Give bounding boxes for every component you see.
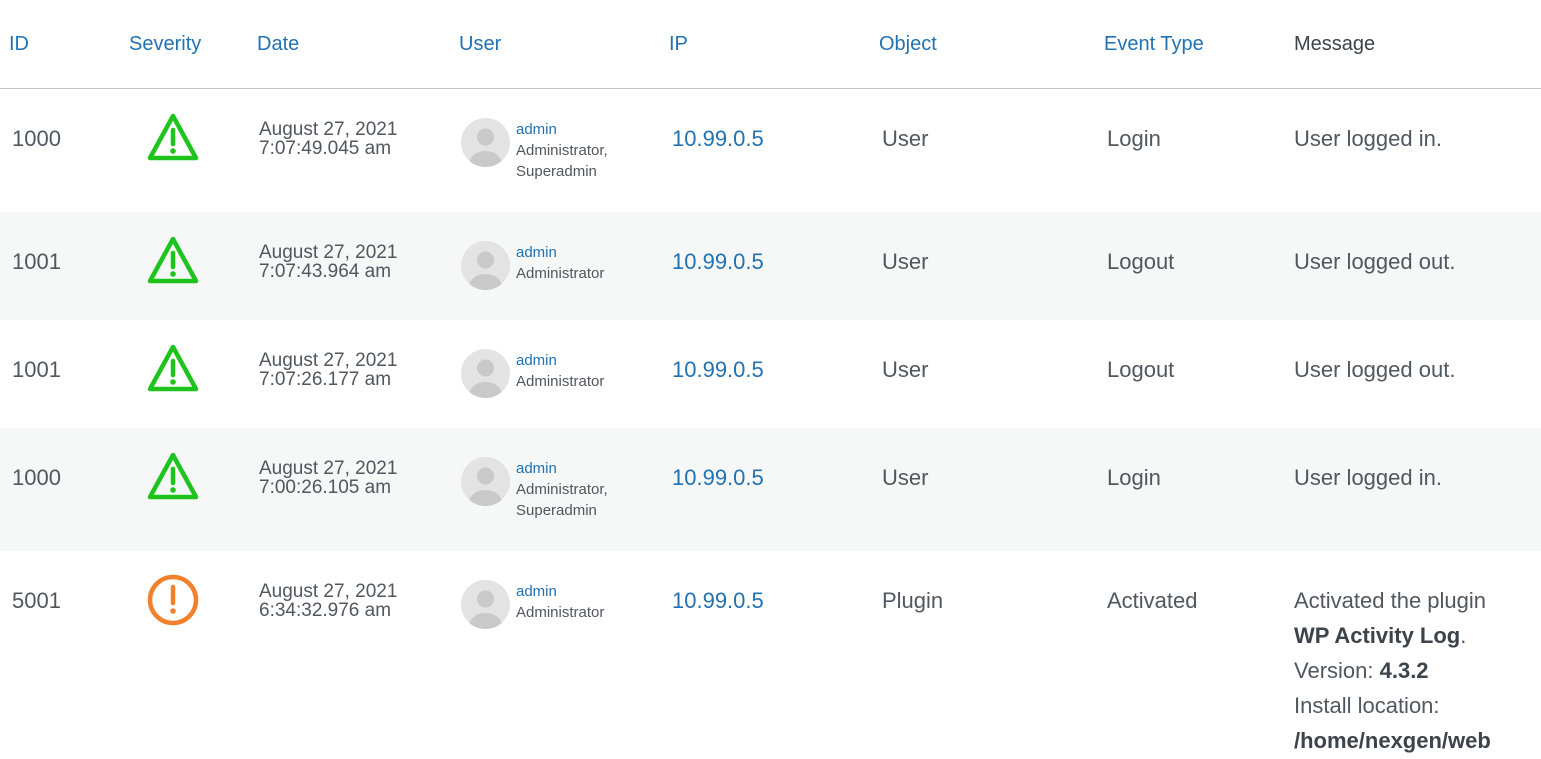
event-message: User logged out. — [1294, 357, 1456, 382]
event-type: Activated — [1107, 588, 1198, 613]
warning-triangle-icon — [146, 111, 200, 165]
event-object: User — [882, 249, 929, 274]
event-date: August 27, 2021 7:07:43.964 am — [259, 242, 398, 282]
table-header: ID Severity Date User IP Object Event Ty… — [0, 0, 1541, 89]
avatar — [461, 349, 510, 398]
event-date: August 27, 2021 7:07:26.177 am — [259, 350, 398, 390]
event-message: User logged in. — [1294, 465, 1442, 490]
avatar — [461, 241, 510, 290]
username-link[interactable]: admin — [516, 350, 604, 371]
column-header-object[interactable]: Object — [879, 33, 937, 56]
event-date: August 27, 2021 6:34:32.976 am — [259, 581, 398, 621]
table-row: 1001 August 27, 2021 7:07:43.964 am admin… — [0, 212, 1541, 320]
event-id: 1000 — [12, 126, 61, 151]
plugin-name: WP Activity Log — [1294, 623, 1461, 648]
event-type: Login — [1107, 126, 1161, 151]
event-id: 5001 — [12, 588, 61, 613]
event-type: Login — [1107, 465, 1161, 490]
username-link[interactable]: admin — [516, 119, 608, 140]
column-header-event-type[interactable]: Event Type — [1104, 33, 1204, 56]
message-intro: Activated the plugin — [1294, 588, 1487, 613]
ip-link[interactable]: 10.99.0.5 — [672, 465, 764, 491]
user-role: Superadmin — [516, 502, 597, 519]
column-header-message: Message — [1294, 33, 1376, 55]
avatar — [461, 457, 510, 506]
column-header-ip[interactable]: IP — [669, 33, 688, 56]
event-id: 1000 — [12, 465, 61, 490]
warning-triangle-icon — [146, 234, 200, 288]
event-object: User — [882, 126, 929, 151]
event-object: User — [882, 465, 929, 490]
username-link[interactable]: admin — [516, 242, 604, 263]
warning-triangle-icon — [146, 450, 200, 504]
column-header-date[interactable]: Date — [257, 33, 299, 56]
username-link[interactable]: admin — [516, 458, 608, 479]
event-id: 1001 — [12, 357, 61, 382]
user-info: admin Administrator — [516, 581, 604, 623]
column-header-user[interactable]: User — [459, 33, 501, 56]
event-date: August 27, 2021 7:07:49.045 am — [259, 119, 398, 159]
table-row: 1001 August 27, 2021 7:07:26.177 am admin… — [0, 320, 1541, 428]
event-object: Plugin — [882, 588, 944, 613]
event-type: Logout — [1107, 357, 1175, 382]
event-message: Activated the plugin WP Activity Log. Ve… — [1294, 583, 1534, 758]
event-id: 1001 — [12, 249, 61, 274]
column-header-severity[interactable]: Severity — [129, 33, 201, 56]
avatar — [461, 118, 510, 167]
ip-link[interactable]: 10.99.0.5 — [672, 249, 764, 275]
event-object: User — [882, 357, 929, 382]
user-info: admin Administrator — [516, 350, 604, 392]
user-role: Superadmin — [516, 163, 597, 180]
table-row: 5001 August 27, 2021 6:34:32.976 am admin… — [0, 551, 1541, 759]
user-info: admin Administrator, Superadmin — [516, 458, 608, 521]
alert-circle-icon — [146, 573, 200, 627]
column-header-id[interactable]: ID — [9, 33, 29, 56]
ip-link[interactable]: 10.99.0.5 — [672, 357, 764, 383]
event-message: User logged out. — [1294, 249, 1456, 274]
event-message: User logged in. — [1294, 126, 1442, 151]
user-info: admin Administrator, Superadmin — [516, 119, 608, 182]
user-role: Administrator, — [516, 142, 608, 159]
table-row: 1000 August 27, 2021 7:07:49.045 am admin… — [0, 89, 1541, 212]
ip-link[interactable]: 10.99.0.5 — [672, 588, 764, 614]
user-role: Administrator — [516, 373, 605, 390]
user-info: admin Administrator — [516, 242, 604, 284]
avatar — [461, 580, 510, 629]
user-role: Administrator — [516, 604, 605, 621]
install-location: /home/nexgen/web — [1294, 728, 1491, 753]
event-date: August 27, 2021 7:00:26.105 am — [259, 458, 398, 498]
plugin-version: 4.3.2 — [1379, 658, 1429, 683]
table-row: 1000 August 27, 2021 7:00:26.105 am admin… — [0, 428, 1541, 551]
event-type: Logout — [1107, 249, 1175, 274]
username-link[interactable]: admin — [516, 581, 604, 602]
user-role: Administrator — [516, 265, 605, 282]
warning-triangle-icon — [146, 342, 200, 396]
install-location-label: Install location: — [1294, 693, 1440, 718]
user-role: Administrator, — [516, 481, 608, 498]
ip-link[interactable]: 10.99.0.5 — [672, 126, 764, 152]
